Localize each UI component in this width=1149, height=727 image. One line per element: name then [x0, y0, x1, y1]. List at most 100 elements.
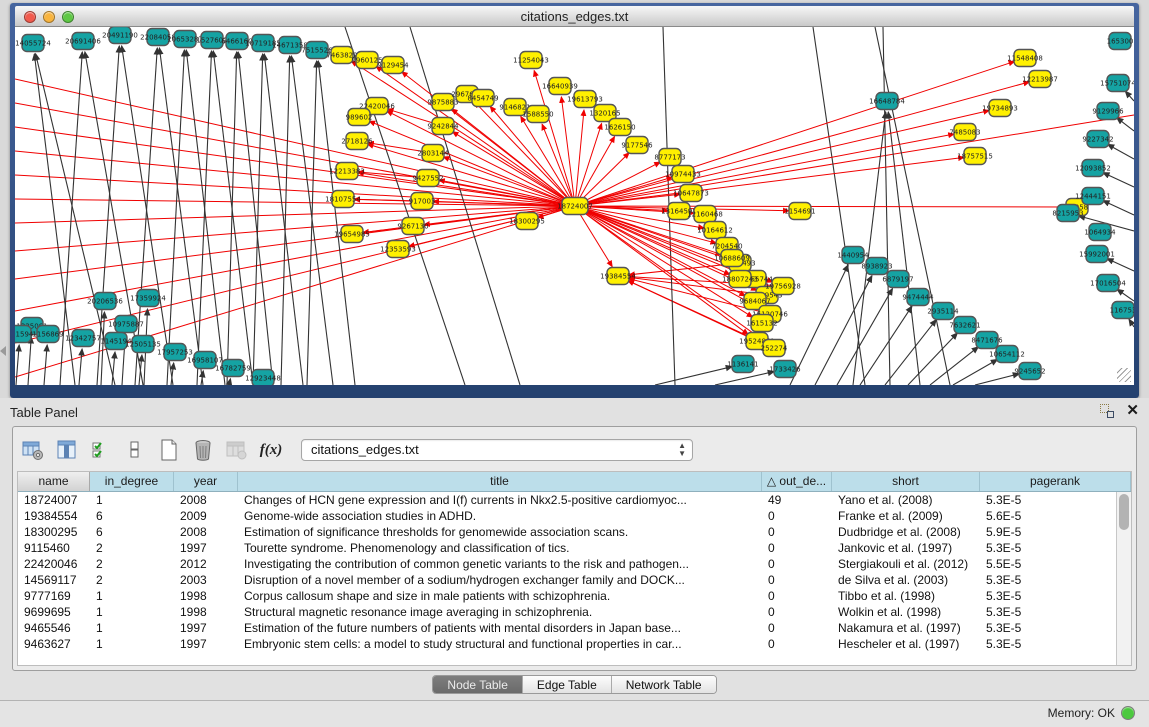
graph-node[interactable]: 7632621: [949, 317, 980, 334]
graph-node[interactable]: 1136141: [727, 356, 758, 373]
graph-node[interactable]: 18757515: [957, 148, 993, 165]
graph-node[interactable]: 20691406: [65, 33, 101, 50]
graph-node[interactable]: 1156869: [32, 326, 63, 343]
graph-node[interactable]: 917003: [409, 193, 436, 210]
graph-node[interactable]: 1588550: [522, 106, 553, 123]
graph-node[interactable]: 2935114: [927, 303, 959, 320]
tab-network-table[interactable]: Network Table: [612, 676, 716, 693]
panel-collapse-arrow[interactable]: [0, 346, 6, 356]
table-row[interactable]: 1872400712008Changes of HCN gene express…: [18, 492, 1116, 508]
graph-hub-node[interactable]: 18724007: [557, 198, 593, 215]
graph-node[interactable]: 9242844: [427, 118, 459, 135]
table-row[interactable]: 1938455462009Genome-wide association stu…: [18, 508, 1116, 524]
table-row[interactable]: 977716911998Corpus callosum shape and si…: [18, 588, 1116, 604]
memory-indicator-led[interactable]: [1121, 706, 1135, 720]
graph-node[interactable]: 19654985: [334, 226, 370, 243]
table-scrollbar[interactable]: [1116, 492, 1131, 665]
new-column-icon[interactable]: [157, 438, 181, 462]
graph-node[interactable]: 391594: [15, 326, 34, 343]
graph-edge: [575, 157, 964, 206]
cell-name: 14569117: [18, 572, 90, 588]
graph-node[interactable]: 252274: [761, 340, 788, 357]
window-titlebar[interactable]: citations_edges.txt: [15, 6, 1134, 27]
graph-node[interactable]: 15751074: [1100, 75, 1134, 92]
column-header-in_degree[interactable]: in_degree: [90, 472, 174, 491]
graph-node[interactable]: 14055724: [15, 35, 51, 52]
graph-node[interactable]: 7485083: [949, 124, 980, 141]
graph-edge: [715, 371, 774, 385]
column-header-out_degree[interactable]: △ out_de...: [762, 472, 832, 491]
graph-node[interactable]: 9129454: [377, 57, 409, 74]
graph-node[interactable]: 18107554: [325, 191, 361, 208]
graph-node[interactable]: 12213987: [1022, 71, 1058, 88]
column-header-year[interactable]: year: [174, 472, 238, 491]
rows-icon[interactable]: [123, 438, 147, 462]
show-column-icon[interactable]: [55, 438, 79, 462]
graph-node[interactable]: 8215953: [1052, 205, 1083, 222]
graph-node[interactable]: 2803144: [417, 145, 449, 162]
table-row[interactable]: 1456911722003Disruption of a novel membe…: [18, 572, 1116, 588]
cell-pagerank: 5.5E-5: [980, 556, 1116, 572]
graph-edge: [1108, 144, 1134, 159]
table-row[interactable]: 911546021997Tourette syndrome. Phenomeno…: [18, 540, 1116, 556]
window-resize-grip[interactable]: [1117, 368, 1131, 382]
graph-node[interactable]: 12342757: [65, 330, 101, 347]
table-row[interactable]: 2242004622012Investigating the contribut…: [18, 556, 1116, 572]
graph-node[interactable]: 9245652: [1014, 363, 1045, 380]
tab-edge-table[interactable]: Edge Table: [523, 676, 612, 693]
graph-node[interactable]: 19734893: [982, 100, 1018, 117]
graph-node[interactable]: 8454749: [467, 90, 498, 107]
graph-node[interactable]: 116753: [1110, 302, 1134, 319]
graph-node[interactable]: 9427552: [412, 170, 443, 187]
table-body[interactable]: 1872400712008Changes of HCN gene express…: [18, 492, 1116, 665]
table-scrollbar-thumb[interactable]: [1119, 494, 1129, 530]
graph-node[interactable]: 1064934: [1084, 224, 1116, 241]
table-row[interactable]: 946362711997Embryonic stem cells: a mode…: [18, 636, 1116, 652]
close-panel-icon[interactable]: ✕: [1126, 404, 1139, 418]
graph-node[interactable]: 20206536: [87, 293, 123, 310]
column-header-pagerank[interactable]: pagerank: [980, 472, 1131, 491]
graph-node[interactable]: 9474444: [902, 289, 934, 306]
graph-node[interactable]: 989602: [346, 109, 373, 126]
table-select-dropdown[interactable]: citations_edges.txt ▲▼: [301, 439, 693, 461]
graph-node[interactable]: 165300: [1107, 33, 1134, 50]
graph-node[interactable]: 20491190: [102, 27, 138, 44]
graph-node[interactable]: 1733426: [769, 361, 801, 378]
column-check-icon[interactable]: [89, 438, 113, 462]
function-builder-icon[interactable]: f(x): [259, 438, 283, 462]
graph-node[interactable]: 10164612: [697, 222, 733, 239]
network-canvas[interactable]: 1872400714055724206914062049119022084058…: [15, 27, 1134, 385]
graph-node[interactable]: 12213383: [329, 163, 365, 180]
graph-node[interactable]: 11548408: [1007, 50, 1043, 67]
delete-column-icon[interactable]: [191, 438, 215, 462]
graph-node[interactable]: 16640939: [542, 78, 578, 95]
graph-node[interactable]: 11254043: [513, 52, 549, 69]
column-header-name[interactable]: name: [18, 472, 90, 491]
cell-title: Estimation of the future numbers of pati…: [238, 620, 762, 636]
svg-text:8471676: 8471676: [971, 337, 1003, 345]
graph-node[interactable]: 8777173: [654, 149, 685, 166]
tab-node-table[interactable]: Node Table: [433, 676, 523, 693]
network-graph[interactable]: 1872400714055724206914062049119022084058…: [15, 27, 1134, 385]
graph-node[interactable]: 1615132: [746, 315, 777, 332]
table-row[interactable]: 1830029562008Estimation of significance …: [18, 524, 1116, 540]
graph-node[interactable]: 9267130: [397, 218, 428, 235]
graph-node[interactable]: 1440954: [837, 247, 869, 264]
graph-node[interactable]: 2718126: [341, 133, 373, 150]
network-window[interactable]: citations_edges.txt 18724007 14055724 2069…: [10, 3, 1139, 398]
graph-node[interactable]: 17016504: [1090, 275, 1126, 292]
graph-node[interactable]: 1626150: [604, 119, 635, 136]
column-header-title[interactable]: title: [238, 472, 762, 491]
graph-node[interactable]: 12353593: [380, 241, 416, 258]
table-mode-icon[interactable]: [21, 438, 45, 462]
table-panel-title: Table Panel: [10, 405, 78, 420]
float-panel-icon[interactable]: [1100, 404, 1114, 418]
column-header-short[interactable]: short: [832, 472, 980, 491]
graph-node[interactable]: 6879197: [882, 271, 913, 288]
graph-node[interactable]: 9227342: [1082, 131, 1113, 148]
graph-node[interactable]: 9177546: [621, 137, 653, 154]
graph-node[interactable]: 10647873: [673, 185, 709, 202]
graph-node[interactable]: 1154691: [784, 203, 815, 220]
table-row[interactable]: 969969511998Structural magnetic resonanc…: [18, 604, 1116, 620]
table-row[interactable]: 946554611997Estimation of the future num…: [18, 620, 1116, 636]
